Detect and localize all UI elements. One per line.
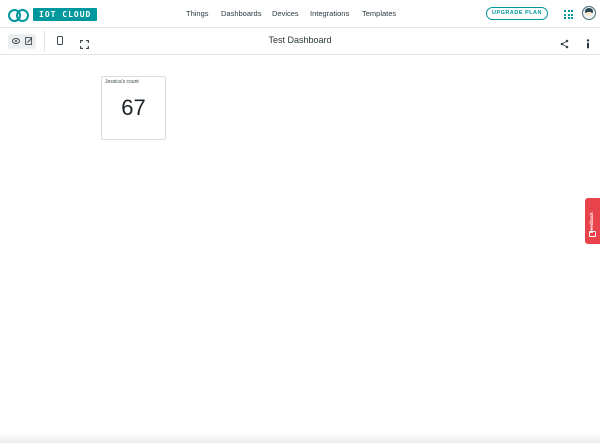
nav-item-dashboards[interactable]: Dashboards xyxy=(221,9,261,18)
nav-item-integrations[interactable]: Integrations xyxy=(310,9,349,18)
arduino-infinity-icon xyxy=(8,8,29,22)
bottom-edge-shade xyxy=(0,433,600,443)
value-widget[interactable]: Jessica's count 67 xyxy=(101,76,166,140)
share-icon[interactable] xyxy=(560,36,569,49)
dashboard-title: Test Dashboard xyxy=(268,35,332,45)
top-navigation-bar: IOT CLOUD Things Dashboards Devices Inte… xyxy=(0,0,600,28)
upgrade-plan-button[interactable]: UPGRADE PLAN xyxy=(486,7,548,20)
feedback-label: Feedback xyxy=(589,212,594,233)
iot-cloud-logo[interactable]: IOT CLOUD xyxy=(8,6,98,22)
feedback-button[interactable]: Feedback xyxy=(585,198,600,244)
grid-icon[interactable] xyxy=(564,10,573,19)
nav-item-templates[interactable]: Templates xyxy=(362,9,396,18)
nav-item-devices[interactable]: Devices xyxy=(272,9,299,18)
dashboard-toolbar: Test Dashboard xyxy=(0,28,600,55)
info-icon[interactable] xyxy=(586,36,590,49)
user-avatar[interactable] xyxy=(582,6,596,20)
feedback-icon xyxy=(589,231,596,237)
logo-text: IOT CLOUD xyxy=(33,7,98,21)
widget-title: Jessica's count xyxy=(105,79,139,85)
widget-value: 67 xyxy=(121,95,146,120)
nav-item-things[interactable]: Things xyxy=(186,9,209,18)
